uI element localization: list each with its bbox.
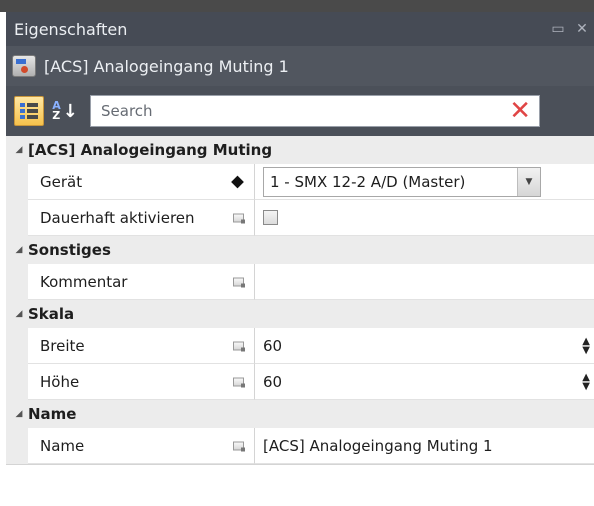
category-label: Sonstiges: [28, 241, 111, 259]
category-header[interactable]: ◢ Sonstiges: [6, 236, 594, 264]
component-icon: [12, 55, 36, 77]
property-page-icon[interactable]: [233, 277, 245, 287]
collapse-arrow-icon[interactable]: ◢: [6, 145, 28, 155]
sort-az-icon: A Z ↓: [52, 99, 78, 122]
categorized-icon: [20, 103, 38, 119]
property-name: Gerät: [28, 164, 254, 200]
property-page-icon[interactable]: [233, 441, 245, 451]
panel-window-buttons: ▭ ✕: [546, 12, 594, 46]
search-box[interactable]: ✕: [90, 95, 540, 127]
property-row: Breite 60 ▲ ▼: [6, 328, 594, 364]
comment-field[interactable]: [254, 264, 594, 300]
property-name: Höhe: [28, 364, 254, 400]
property-name: Dauerhaft aktivieren: [28, 200, 254, 236]
property-row: Kommentar: [6, 264, 594, 300]
property-row: Gerät 1 - SMX 12-2 A/D (Master) ▼: [6, 164, 594, 200]
property-value[interactable]: 1 - SMX 12-2 A/D (Master) ▼: [254, 164, 594, 200]
properties-panel: Eigenschaften ▭ ✕ [ACS] Analogeingang Mu…: [6, 12, 594, 506]
panel-title: Eigenschaften: [14, 19, 128, 39]
window-frame-top: [0, 0, 594, 12]
clear-search-icon[interactable]: ✕: [509, 97, 531, 125]
property-name: Breite: [28, 328, 254, 364]
divider: [6, 464, 594, 465]
category-label: Skala: [28, 305, 75, 323]
property-toolbar: AZ↓ ✕: [6, 86, 594, 136]
property-grid: ◢ [ACS] Analogeingang Muting Gerät 1 - S…: [6, 136, 594, 465]
collapse-arrow-icon[interactable]: ◢: [6, 409, 28, 419]
activate-permanently-checkbox[interactable]: [263, 210, 278, 225]
panel-titlebar[interactable]: Eigenschaften ▭ ✕: [6, 12, 594, 46]
name-field[interactable]: [ACS] Analogeingang Muting 1: [254, 428, 594, 464]
categorized-view-button[interactable]: [14, 96, 44, 126]
property-page-icon[interactable]: [233, 213, 245, 223]
height-stepper[interactable]: 60 ▲ ▼: [254, 364, 594, 400]
property-row: Name [ACS] Analogeingang Muting 1: [6, 428, 594, 464]
maximize-icon[interactable]: ▭: [546, 17, 570, 41]
property-value[interactable]: [254, 200, 594, 236]
search-input[interactable]: [91, 101, 503, 121]
category-header[interactable]: ◢ [ACS] Analogeingang Muting: [6, 136, 594, 164]
property-row: Höhe 60 ▲ ▼: [6, 364, 594, 400]
device-select[interactable]: 1 - SMX 12-2 A/D (Master) ▼: [263, 166, 541, 197]
collapse-arrow-icon[interactable]: ◢: [6, 309, 28, 319]
width-stepper[interactable]: 60 ▲ ▼: [254, 328, 594, 364]
property-page-icon[interactable]: [233, 377, 245, 387]
required-diamond-icon: [231, 175, 244, 188]
spinner-arrows-icon[interactable]: ▲ ▼: [582, 372, 590, 391]
property-row: Dauerhaft aktivieren: [6, 200, 594, 236]
collapse-arrow-icon[interactable]: ◢: [6, 245, 28, 255]
selected-object-name: [ACS] Analogeingang Muting 1: [44, 56, 289, 76]
property-name: Name: [28, 428, 254, 464]
dropdown-arrow-icon[interactable]: ▼: [517, 167, 540, 196]
spinner-arrows-icon[interactable]: ▲ ▼: [582, 336, 590, 355]
property-page-icon[interactable]: [233, 341, 245, 351]
close-icon[interactable]: ✕: [570, 17, 594, 41]
category-label: Name: [28, 405, 77, 423]
property-name: Kommentar: [28, 264, 254, 300]
alphabetical-sort-button[interactable]: A Z ↓: [50, 96, 80, 126]
category-header[interactable]: ◢ Name: [6, 400, 594, 428]
category-label: [ACS] Analogeingang Muting: [28, 141, 273, 159]
selected-object-bar: [ACS] Analogeingang Muting 1: [6, 46, 594, 86]
category-header[interactable]: ◢ Skala: [6, 300, 594, 328]
